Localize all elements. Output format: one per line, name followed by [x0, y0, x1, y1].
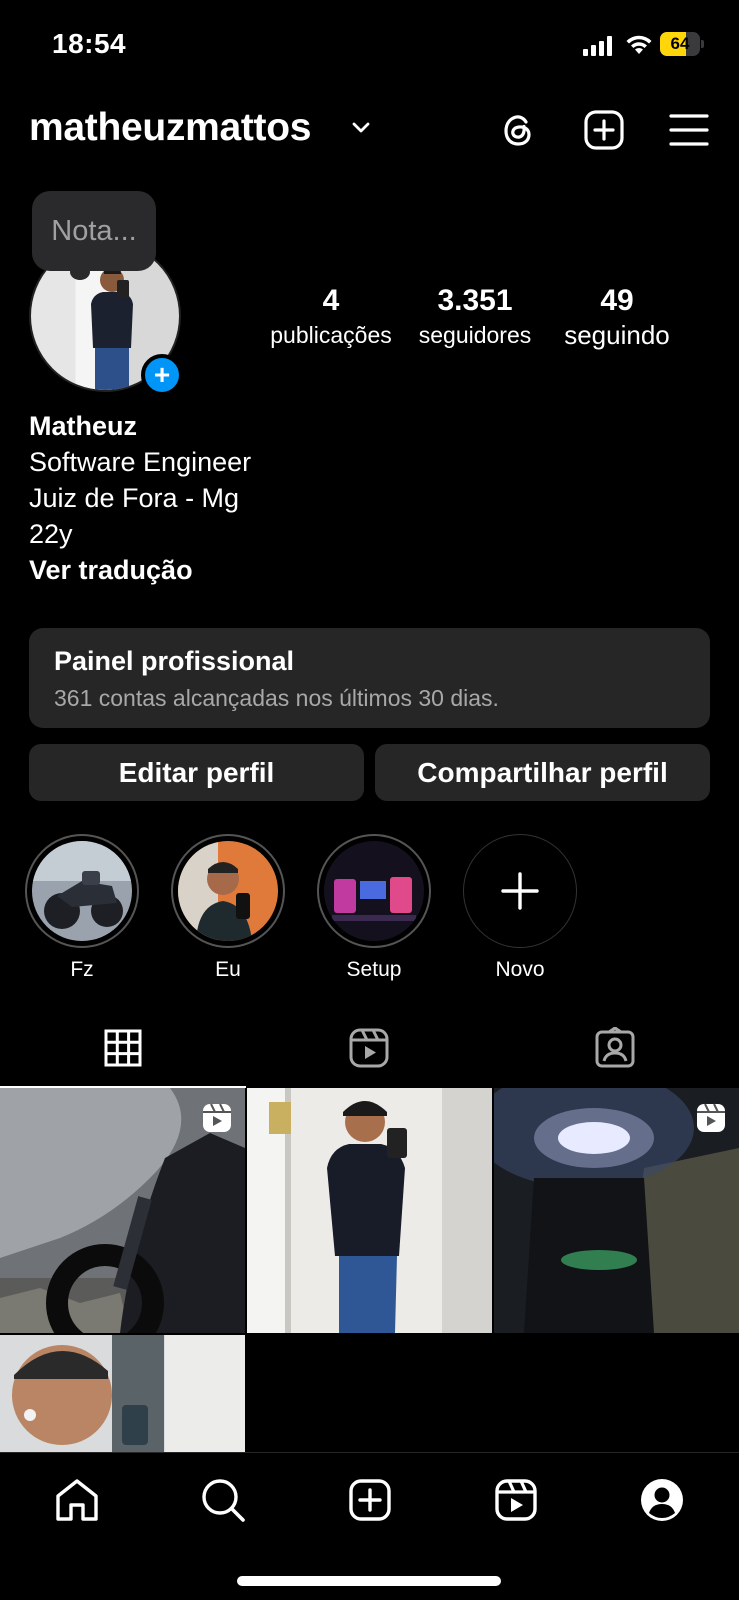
- reels-icon: [495, 1479, 537, 1521]
- note-bubble-tail: [70, 264, 90, 280]
- reel-badge-icon: [697, 1103, 725, 1132]
- profile-header: matheuzmattos: [0, 100, 739, 160]
- note-bubble[interactable]: Nota...: [32, 191, 156, 271]
- tab-posts-grid[interactable]: [0, 1008, 246, 1088]
- selfie-thumbnail: [178, 841, 278, 941]
- stat-label: publicações: [270, 322, 392, 348]
- highlight-item[interactable]: Setup: [317, 834, 431, 982]
- reels-icon: [349, 1028, 389, 1068]
- bio-line: 22y: [29, 519, 73, 549]
- profile-tabs: [0, 1008, 739, 1088]
- battery-indicator: 64: [660, 32, 704, 56]
- motorcycle-thumbnail: [32, 841, 132, 941]
- tab-tagged[interactable]: [492, 1008, 738, 1088]
- stat-value: 4: [322, 284, 340, 317]
- post-thumbnail[interactable]: [494, 1088, 739, 1333]
- battery-level: 64: [670, 34, 690, 53]
- profile-icon: [641, 1479, 683, 1521]
- highlight-item[interactable]: Eu: [171, 834, 285, 982]
- highlight-cover: [324, 841, 424, 941]
- highlight-item[interactable]: Fz: [25, 834, 139, 982]
- highlight-label: Eu: [215, 958, 241, 981]
- nav-profile[interactable]: [637, 1475, 687, 1525]
- professional-dashboard[interactable]: Painel profissional 361 contas alcançada…: [29, 628, 710, 728]
- setup-thumbnail: [324, 841, 424, 941]
- username-switcher[interactable]: matheuzmattos: [29, 106, 311, 150]
- highlight-cover: [178, 841, 278, 941]
- bio-line: Juiz de Fora - Mg: [29, 483, 240, 513]
- grid-icon: [104, 1029, 142, 1067]
- wifi-icon: [626, 35, 652, 54]
- following-stat[interactable]: 49 seguindo: [554, 284, 680, 351]
- threads-icon[interactable]: [496, 108, 540, 152]
- bio-line: Software Engineer: [29, 447, 252, 477]
- edit-profile-button[interactable]: Editar perfil: [29, 744, 364, 801]
- search-icon: [202, 1479, 245, 1522]
- post-image: [247, 1088, 492, 1333]
- nav-create[interactable]: [345, 1475, 395, 1525]
- nav-search[interactable]: [198, 1475, 248, 1525]
- panel-title: Painel profissional: [54, 646, 295, 676]
- menu-icon[interactable]: [667, 108, 711, 152]
- followers-stat[interactable]: 3.351 seguidores: [404, 284, 546, 349]
- post-thumbnail[interactable]: [247, 1088, 492, 1333]
- profile-name: Matheuz: [29, 411, 137, 441]
- bio: Matheuz Software Engineer Juiz de Fora -…: [29, 408, 251, 588]
- stat-value: 49: [600, 284, 634, 317]
- post-thumbnail[interactable]: [0, 1088, 245, 1333]
- post-image: [0, 1335, 245, 1452]
- stat-value: 3.351: [437, 284, 513, 317]
- cellular-signal-icon: [583, 36, 612, 56]
- chevron-down-icon[interactable]: [350, 120, 372, 136]
- see-translation-link[interactable]: Ver tradução: [29, 552, 251, 588]
- nav-home[interactable]: [52, 1475, 102, 1525]
- panel-subtitle: 361 contas alcançadas nos últimos 30 dia…: [54, 685, 499, 711]
- post-thumbnail[interactable]: [0, 1335, 245, 1452]
- tab-reels[interactable]: [246, 1008, 492, 1088]
- posts-grid: [0, 1088, 739, 1452]
- add-story-button[interactable]: +: [141, 354, 183, 396]
- new-highlight-button[interactable]: Novo: [463, 834, 577, 982]
- home-icon: [56, 1479, 98, 1521]
- status-bar: 18:54 64: [0, 0, 739, 90]
- plus-icon: [501, 872, 539, 910]
- posts-stat[interactable]: 4 publicações: [264, 284, 398, 349]
- highlight-label: Setup: [346, 958, 402, 981]
- share-profile-button[interactable]: Compartilhar perfil: [375, 744, 710, 801]
- highlight-cover: [32, 841, 132, 941]
- stat-label: seguindo: [564, 320, 670, 350]
- stat-label: seguidores: [418, 322, 532, 348]
- create-post-icon[interactable]: [582, 108, 626, 152]
- tagged-icon: [595, 1027, 635, 1068]
- status-time: 18:54: [52, 28, 127, 59]
- create-icon: [349, 1479, 391, 1521]
- avatar-person: [91, 264, 133, 390]
- highlight-label: Novo: [495, 958, 545, 981]
- home-indicator[interactable]: [237, 1576, 501, 1586]
- nav-reels[interactable]: [491, 1475, 541, 1525]
- highlight-label: Fz: [70, 958, 94, 981]
- reel-badge-icon: [203, 1103, 231, 1132]
- note-placeholder: Nota...: [51, 214, 137, 247]
